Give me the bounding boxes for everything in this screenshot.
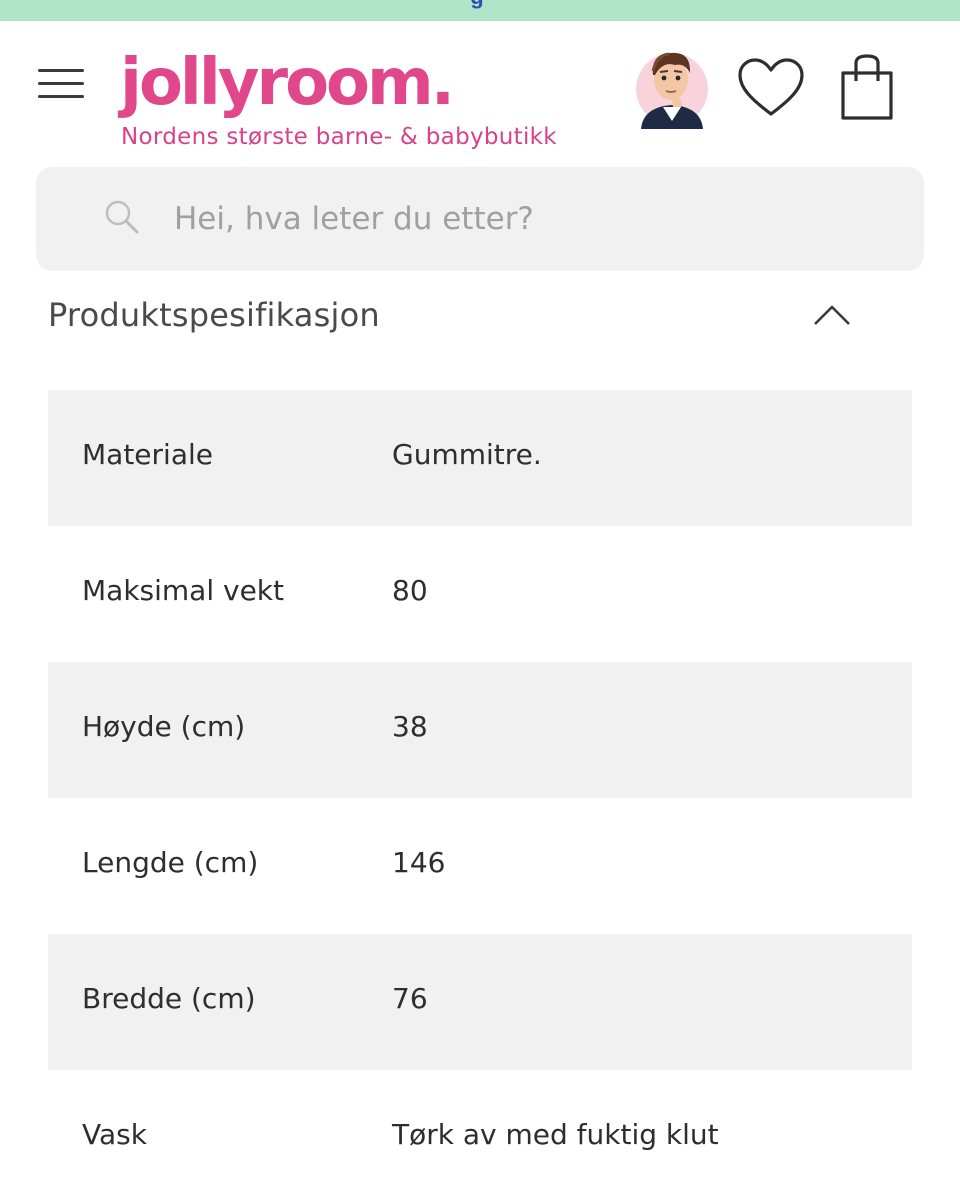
spec-label: Høyde (cm) — [82, 710, 246, 743]
promo-banner-text: g — [0, 0, 960, 10]
hamburger-menu-icon — [38, 69, 84, 72]
assistant-avatar-button[interactable] — [633, 41, 711, 129]
spec-row: Maksimal vekt 80 — [48, 526, 912, 662]
wishlist-button[interactable] — [737, 57, 805, 119]
spec-value: 38 — [392, 710, 428, 743]
cartoon-assistant-avatar-icon — [636, 52, 708, 129]
spec-label: Maksimal vekt — [82, 574, 285, 607]
spec-value: 80 — [392, 574, 428, 607]
spec-label: Vask — [82, 1118, 147, 1151]
spec-row: Materiale Gummitre. — [48, 390, 912, 526]
site-tagline: Nordens største barne- & babybutikk — [121, 124, 557, 150]
site-logo[interactable]: jollyroom. — [120, 43, 455, 123]
cart-button[interactable] — [840, 53, 894, 121]
search-input[interactable] — [174, 193, 874, 245]
spec-label: Bredde (cm) — [82, 982, 256, 1015]
spec-row: Lengde (cm) 146 — [48, 798, 912, 934]
spec-label: Lengde (cm) — [82, 846, 259, 879]
spec-label: Materiale — [82, 438, 213, 471]
shopping-bag-icon — [841, 54, 893, 120]
search-bar[interactable] — [36, 167, 924, 271]
menu-button[interactable] — [36, 67, 86, 101]
spec-row: Høyde (cm) 38 — [48, 662, 912, 798]
site-header: jollyroom. Nordens største barne- & baby… — [0, 21, 960, 161]
spec-section-toggle[interactable]: Produktspesifikasjon — [48, 290, 912, 346]
spec-value: Gummitre. — [392, 438, 542, 471]
spec-value: 76 — [392, 982, 428, 1015]
spec-section-title: Produktspesifikasjon — [48, 296, 380, 334]
search-icon — [105, 200, 139, 234]
spec-value: Tørk av med fuktig klut — [392, 1118, 719, 1151]
spec-row: Vask Tørk av med fuktig klut — [48, 1070, 912, 1197]
spec-row: Bredde (cm) 76 — [48, 934, 912, 1070]
spec-value: 146 — [392, 846, 446, 879]
spec-table: Materiale Gummitre. Maksimal vekt 80 Høy… — [48, 390, 912, 1197]
heart-icon — [738, 58, 804, 116]
promo-banner[interactable]: g — [0, 0, 960, 21]
chevron-up-icon — [814, 305, 850, 325]
